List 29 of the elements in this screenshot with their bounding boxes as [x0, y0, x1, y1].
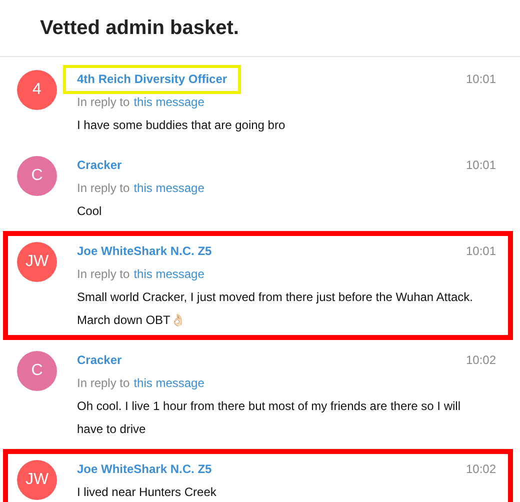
sender-name[interactable]: Cracker — [63, 346, 136, 375]
reply-link[interactable]: this message — [134, 91, 204, 114]
message-time: 10:01 — [466, 243, 496, 260]
message-text: Cool — [77, 203, 103, 220]
message-time: 10:02 — [466, 461, 496, 478]
sender-name[interactable]: 4th Reich Diversity Officer — [63, 65, 242, 94]
reply-link[interactable]: this message — [134, 372, 204, 395]
message-text: Small world Cracker, I just moved from there just before the Wuhan Attack. March down OBT👌🏻 — [77, 289, 474, 329]
message-text: I have some buddies that are going bro — [77, 117, 286, 134]
avatar: 4 — [17, 70, 57, 110]
reply-label: In reply to — [77, 180, 130, 197]
message-text: I lived near Hunters Creek — [77, 484, 218, 501]
avatar: JW — [17, 460, 57, 500]
sender-name[interactable]: Cracker — [63, 151, 136, 180]
reply-label: In reply to — [77, 94, 130, 111]
message-text: Oh cool. I live 1 hour from there but most of my friends are there so I will have to drive — [77, 398, 462, 438]
avatar: C — [17, 156, 57, 196]
avatar: C — [17, 351, 57, 391]
reply-link[interactable]: this message — [134, 177, 204, 200]
reply-link[interactable]: this message — [134, 263, 204, 286]
reply-label: In reply to — [77, 375, 130, 392]
reply-label: In reply to — [77, 266, 130, 283]
message-time: 10:01 — [466, 71, 496, 88]
avatar: JW — [17, 242, 57, 282]
sender-name[interactable]: Joe WhiteShark N.C. Z5 — [63, 455, 226, 484]
message-time: 10:01 — [466, 157, 496, 174]
message-time: 10:02 — [466, 352, 496, 369]
chat-title: Vetted admin basket. — [40, 16, 239, 41]
sender-name[interactable]: Joe WhiteShark N.C. Z5 — [63, 237, 226, 266]
